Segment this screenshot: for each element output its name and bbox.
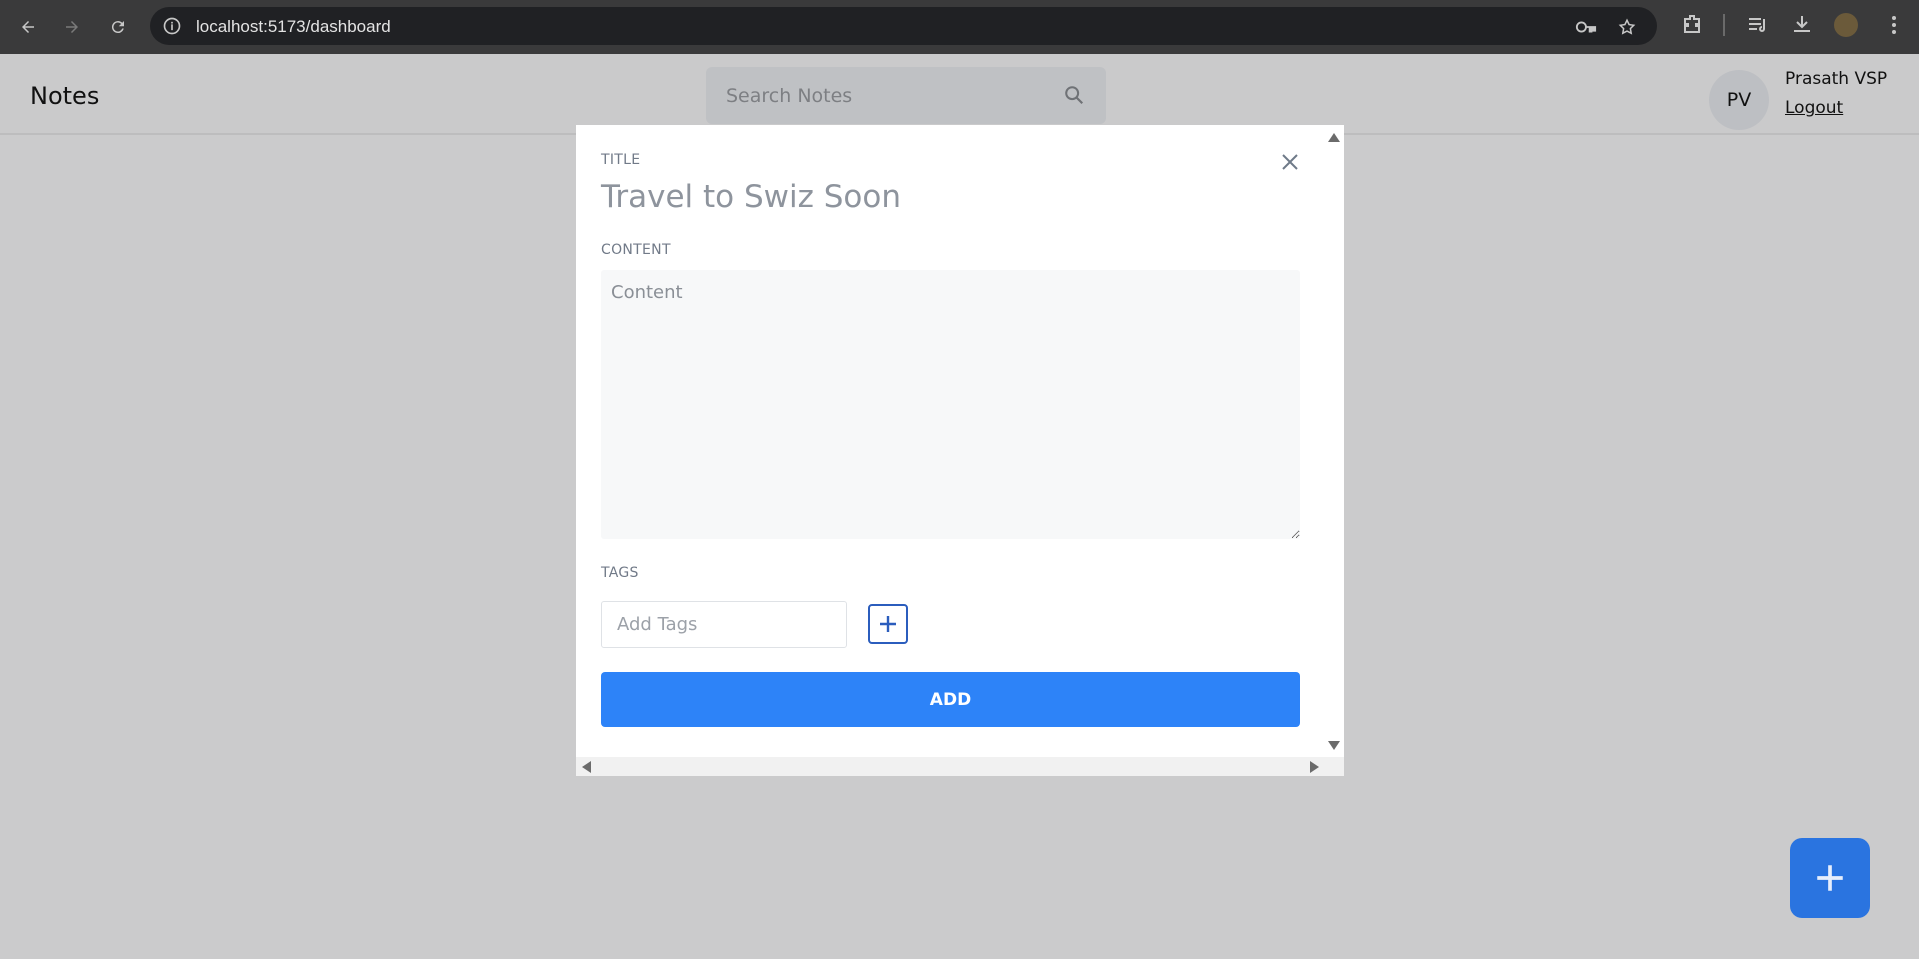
app-header: Notes PV Prasath VSP Logout — [0, 54, 1919, 135]
plus-icon — [1817, 865, 1843, 891]
add-note-modal: TITLE Travel to Swiz Soon CONTENT TAGS A… — [576, 125, 1344, 776]
info-icon[interactable] — [162, 16, 182, 36]
search-bar — [706, 67, 1106, 124]
scroll-left-arrow-icon[interactable] — [582, 761, 591, 773]
tags-input[interactable] — [601, 601, 847, 648]
title-input[interactable]: Travel to Swiz Soon — [601, 179, 901, 215]
star-icon[interactable] — [1616, 18, 1638, 36]
avatar: PV — [1709, 70, 1769, 130]
scroll-up-arrow-icon[interactable] — [1328, 133, 1340, 142]
close-button[interactable] — [1278, 150, 1302, 174]
scroll-down-arrow-icon[interactable] — [1328, 741, 1340, 750]
media-controls-icon[interactable] — [1746, 13, 1770, 37]
tags-label: TAGS — [601, 565, 639, 581]
download-icon[interactable] — [1790, 13, 1814, 37]
plus-icon — [880, 616, 896, 632]
app-title: Notes — [30, 82, 100, 110]
content-textarea[interactable] — [601, 270, 1300, 539]
user-name: Prasath VSP — [1785, 69, 1888, 89]
key-icon[interactable] — [1575, 18, 1597, 36]
new-note-fab[interactable] — [1790, 838, 1870, 918]
modal-vertical-scrollbar[interactable] — [1323, 125, 1344, 757]
title-label: TITLE — [601, 152, 641, 168]
modal-horizontal-scrollbar[interactable] — [576, 757, 1344, 776]
search-input[interactable] — [726, 83, 1046, 109]
arrow-right-icon — [66, 21, 78, 33]
more-menu-icon[interactable] — [1882, 13, 1906, 37]
add-tag-button[interactable] — [868, 604, 908, 644]
profile-avatar-icon[interactable] — [1834, 13, 1858, 37]
search-icon[interactable] — [1063, 84, 1085, 106]
arrow-left-icon — [22, 21, 34, 33]
address-bar[interactable]: localhost:5173/dashboard — [150, 7, 1657, 45]
close-icon — [1282, 154, 1298, 170]
extensions-icon[interactable] — [1680, 13, 1704, 37]
url-text[interactable]: localhost:5173/dashboard — [196, 17, 391, 37]
browser-toolbar: localhost:5173/dashboard — [0, 0, 1919, 54]
back-button[interactable] — [14, 13, 42, 41]
reload-icon — [111, 21, 124, 34]
reload-button[interactable] — [104, 13, 132, 41]
logout-link[interactable]: Logout — [1785, 98, 1843, 118]
content-label: CONTENT — [601, 242, 671, 258]
forward-button[interactable] — [58, 13, 86, 41]
toolbar-divider — [1723, 14, 1725, 36]
add-note-button[interactable]: ADD — [601, 672, 1300, 727]
scroll-right-arrow-icon[interactable] — [1310, 761, 1319, 773]
